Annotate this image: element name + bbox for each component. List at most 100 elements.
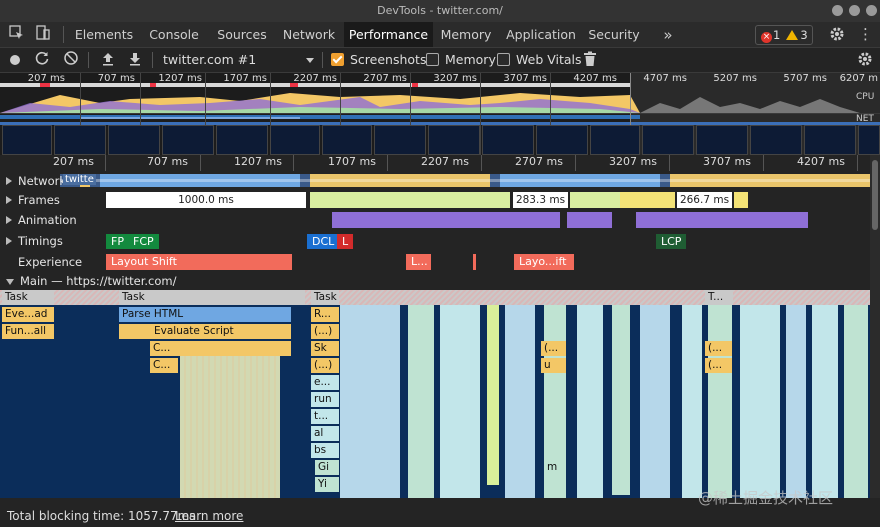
- flame-evaluate-script[interactable]: Evaluate Script: [119, 324, 291, 339]
- network-track[interactable]: Network twitte: [0, 171, 870, 190]
- close-button[interactable]: [866, 5, 877, 16]
- profile-select[interactable]: twitter.com #1: [163, 48, 314, 72]
- screenshot-thumbnail[interactable]: [54, 125, 106, 155]
- timing-marker-lcp[interactable]: LCP: [656, 234, 687, 249]
- flame-parse-html[interactable]: Parse HTML: [119, 307, 291, 322]
- flame-call[interactable]: Sk: [311, 341, 339, 356]
- flame-call[interactable]: t...: [311, 409, 339, 424]
- layout-shift-block[interactable]: Layout Shift: [106, 254, 292, 270]
- screenshot-thumbnail[interactable]: [322, 125, 372, 155]
- screenshot-thumbnail[interactable]: [696, 125, 748, 155]
- inspect-element-icon[interactable]: [8, 25, 26, 43]
- save-profile-icon[interactable]: [127, 51, 143, 71]
- flame-task[interactable]: T...: [705, 290, 733, 305]
- flame-call[interactable]: R...: [311, 307, 339, 322]
- screenshot-thumbnail[interactable]: [270, 125, 320, 155]
- screenshot-thumbnail[interactable]: [590, 125, 640, 155]
- flame-call[interactable]: (...: [705, 358, 732, 373]
- screenshot-thumbnail[interactable]: [482, 125, 534, 155]
- screenshot-thumbnail[interactable]: [642, 125, 694, 155]
- screenshot-thumbnail[interactable]: [750, 125, 802, 155]
- device-toolbar-icon[interactable]: [34, 25, 52, 43]
- tab-sources[interactable]: Sources: [210, 22, 274, 47]
- expand-arrow-icon[interactable]: [6, 216, 12, 224]
- tab-console[interactable]: Console: [140, 22, 208, 47]
- tab-network[interactable]: Network: [276, 22, 342, 47]
- flame-call[interactable]: u: [541, 358, 566, 373]
- capture-settings-gear-icon[interactable]: [856, 51, 874, 71]
- animation-track[interactable]: Animation: [0, 210, 870, 230]
- flame-task[interactable]: Task: [2, 290, 54, 305]
- screenshot-thumbnail[interactable]: [858, 125, 880, 155]
- tab-performance[interactable]: Performance: [344, 22, 433, 47]
- tab-elements[interactable]: Elements: [70, 22, 138, 47]
- timing-marker-fp[interactable]: FP: [106, 234, 129, 249]
- flame-call[interactable]: Gi: [315, 460, 339, 475]
- load-profile-icon[interactable]: [100, 51, 116, 71]
- animation-block[interactable]: [636, 212, 808, 228]
- memory-checkbox[interactable]: Memory: [426, 48, 496, 72]
- more-tabs-chevron-icon[interactable]: »: [660, 26, 676, 44]
- reload-record-icon[interactable]: [33, 50, 51, 70]
- settings-gear-icon[interactable]: [828, 26, 846, 46]
- timing-marker-load[interactable]: L: [337, 234, 354, 249]
- layout-shift-block[interactable]: Layo...ift: [514, 254, 574, 270]
- record-icon[interactable]: [10, 55, 20, 65]
- frame-block[interactable]: 266.7 ms: [677, 192, 732, 208]
- animation-block[interactable]: [332, 212, 560, 228]
- flame-call[interactable]: (...: [541, 341, 566, 356]
- flame-call[interactable]: m: [544, 460, 566, 475]
- flame-call[interactable]: e...: [311, 375, 339, 390]
- trash-icon[interactable]: [582, 51, 598, 71]
- animation-block[interactable]: [567, 212, 612, 228]
- timing-marker-fcp[interactable]: FCP: [128, 234, 159, 249]
- flame-call[interactable]: (...: [705, 341, 732, 356]
- main-thread-flame-chart[interactable]: Task Eve...ad Fun...all Task Parse HTML …: [0, 290, 870, 498]
- screenshots-checkbox[interactable]: Screenshots: [331, 48, 426, 72]
- flame-call[interactable]: (...): [311, 358, 339, 373]
- main-thread-header[interactable]: Main — https://twitter.com/: [0, 273, 870, 290]
- flame-call[interactable]: bs: [311, 443, 339, 458]
- expand-arrow-icon[interactable]: [6, 177, 12, 185]
- timings-track[interactable]: Timings FP FCP DCL L LCP: [0, 231, 870, 251]
- flame-call[interactable]: run: [311, 392, 339, 407]
- flame-call[interactable]: (...): [311, 324, 339, 339]
- tab-memory[interactable]: Memory: [435, 22, 497, 47]
- maximize-button[interactable]: [849, 5, 860, 16]
- tab-application[interactable]: Application: [501, 22, 581, 47]
- flame-task[interactable]: Task: [311, 290, 339, 305]
- screenshot-thumbnail[interactable]: [536, 125, 588, 155]
- frame-block[interactable]: 283.3 ms: [513, 192, 568, 208]
- webvitals-checkbox[interactable]: Web Vitals: [497, 48, 582, 72]
- minimize-button[interactable]: [832, 5, 843, 16]
- flame-call[interactable]: al: [311, 426, 339, 441]
- screenshot-thumbnail[interactable]: [108, 125, 160, 155]
- frames-track[interactable]: Frames 1000.0 ms 283.3 ms 266.7 ms: [0, 190, 870, 210]
- experience-track[interactable]: Experience Layout Shift L... Layo...ift: [0, 252, 870, 522]
- flame-compile[interactable]: C...: [150, 341, 291, 356]
- flame-function-call[interactable]: Fun...all: [2, 324, 54, 339]
- timing-marker-dcl[interactable]: DCL: [307, 234, 340, 249]
- layout-shift-block[interactable]: L...: [406, 254, 431, 270]
- issues-badge[interactable]: × 1 3: [755, 25, 813, 45]
- screenshot-thumbnail[interactable]: [162, 125, 214, 155]
- expand-arrow-icon[interactable]: [6, 237, 12, 245]
- learn-more-link[interactable]: Learn more: [175, 509, 243, 523]
- collapse-arrow-icon[interactable]: [6, 279, 14, 285]
- flame-compile[interactable]: C...: [150, 358, 178, 373]
- flame-task[interactable]: Task: [119, 290, 305, 305]
- screenshot-thumbnail[interactable]: [374, 125, 426, 155]
- screenshot-thumbnail[interactable]: [2, 125, 52, 155]
- kebab-menu-icon[interactable]: ⋮: [858, 25, 873, 43]
- frame-block[interactable]: 1000.0 ms: [106, 192, 306, 208]
- screenshot-thumbnail[interactable]: [804, 125, 856, 155]
- expand-arrow-icon[interactable]: [6, 196, 12, 204]
- screenshot-thumbnail[interactable]: [216, 125, 268, 155]
- layout-shift-block[interactable]: [473, 254, 476, 270]
- flame-call[interactable]: Yi: [315, 477, 339, 492]
- clear-icon[interactable]: [62, 50, 80, 70]
- screenshot-thumbnail[interactable]: [428, 125, 480, 155]
- tab-security[interactable]: Security: [584, 22, 644, 47]
- scrollbar-thumb[interactable]: [872, 160, 878, 230]
- flame-event[interactable]: Eve...ad: [2, 307, 54, 322]
